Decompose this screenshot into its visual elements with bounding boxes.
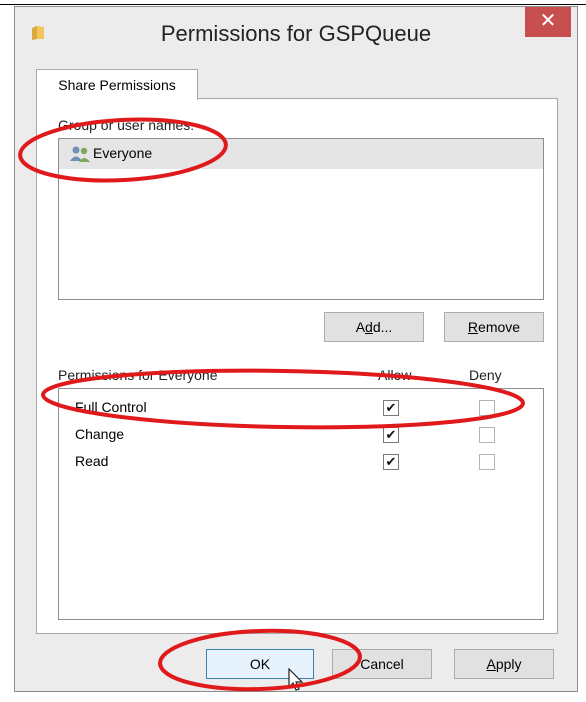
mouse-cursor-icon xyxy=(288,668,304,691)
deny-change-checkbox[interactable] xyxy=(479,427,495,443)
remove-button[interactable]: Remove xyxy=(444,312,544,342)
permission-label: Read xyxy=(75,453,109,469)
list-item[interactable]: Everyone xyxy=(59,139,543,169)
deny-column-header: Deny xyxy=(469,367,502,383)
apply-button[interactable]: Apply xyxy=(454,649,554,679)
allow-read-checkbox[interactable]: ✔ xyxy=(383,454,399,470)
permission-label: Change xyxy=(75,426,125,442)
group-or-user-names-label: Group or user names: xyxy=(58,117,195,133)
permissions-for-everyone-label: Permissions for Everyone xyxy=(58,367,218,383)
title-bar[interactable]: Permissions for GSPQueue ✕ xyxy=(15,7,577,59)
top-rule xyxy=(0,4,586,5)
list-item-label: Everyone xyxy=(93,145,153,161)
tab-share-permissions[interactable]: Share Permissions xyxy=(36,69,198,100)
add-button[interactable]: Add... xyxy=(324,312,424,342)
window-title: Permissions for GSPQueue xyxy=(160,21,432,46)
permissions-dialog: Permissions for GSPQueue ✕ Share Permiss… xyxy=(14,6,578,692)
permission-row-full-control: Full Control ✔ xyxy=(59,395,543,421)
cancel-button[interactable]: Cancel xyxy=(332,649,432,679)
deny-read-checkbox[interactable] xyxy=(479,454,495,470)
permission-label: Full Control xyxy=(75,399,147,415)
permissions-list: Full Control ✔ Change ✔ Read ✔ xyxy=(58,388,544,620)
deny-full-control-checkbox[interactable] xyxy=(479,400,495,416)
allow-full-control-checkbox[interactable]: ✔ xyxy=(383,400,399,416)
users-icon xyxy=(70,146,90,162)
allow-column-header: Allow xyxy=(378,367,412,383)
close-button[interactable]: ✕ xyxy=(525,7,571,37)
close-icon: ✕ xyxy=(539,10,557,32)
user-list[interactable]: Everyone xyxy=(58,138,544,300)
permission-row-change: Change ✔ xyxy=(59,422,543,448)
allow-change-checkbox[interactable]: ✔ xyxy=(383,427,399,443)
share-permissions-panel: Group or user names: Everyone Add... Rem… xyxy=(36,98,558,634)
permission-row-read: Read ✔ xyxy=(59,449,543,475)
